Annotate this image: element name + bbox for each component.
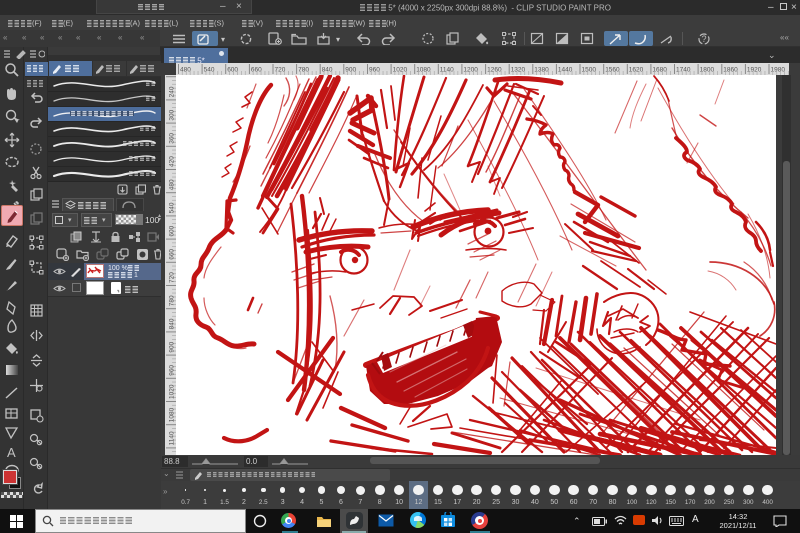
svg-text:A: A bbox=[7, 445, 16, 460]
svg-text:840: 840 bbox=[322, 67, 333, 74]
svg-text:300: 300 bbox=[169, 109, 176, 120]
svg-text:660: 660 bbox=[251, 67, 262, 74]
svg-text:240: 240 bbox=[169, 86, 176, 97]
svg-text:1140: 1140 bbox=[169, 431, 176, 445]
svg-text:540: 540 bbox=[169, 202, 176, 213]
svg-text:780: 780 bbox=[169, 295, 176, 306]
svg-text:900: 900 bbox=[345, 67, 356, 74]
svg-text:720: 720 bbox=[169, 272, 176, 283]
svg-text:960: 960 bbox=[369, 67, 380, 74]
svg-text:660: 660 bbox=[169, 249, 176, 260]
svg-text:900: 900 bbox=[169, 341, 176, 352]
svg-text:?: ? bbox=[702, 34, 707, 44]
svg-text:720: 720 bbox=[275, 67, 286, 74]
svg-text:360: 360 bbox=[169, 133, 176, 144]
svg-text:1020: 1020 bbox=[169, 384, 176, 399]
svg-text:540: 540 bbox=[204, 67, 215, 74]
svg-text:780: 780 bbox=[298, 67, 309, 74]
svg-text:600: 600 bbox=[169, 225, 176, 236]
svg-text:480: 480 bbox=[180, 67, 191, 74]
svg-text:480: 480 bbox=[169, 179, 176, 190]
svg-text:1080: 1080 bbox=[169, 407, 176, 422]
svg-text:600: 600 bbox=[227, 67, 238, 74]
svg-text:960: 960 bbox=[169, 365, 176, 376]
svg-text:420: 420 bbox=[169, 156, 176, 167]
svg-text:840: 840 bbox=[169, 318, 176, 329]
